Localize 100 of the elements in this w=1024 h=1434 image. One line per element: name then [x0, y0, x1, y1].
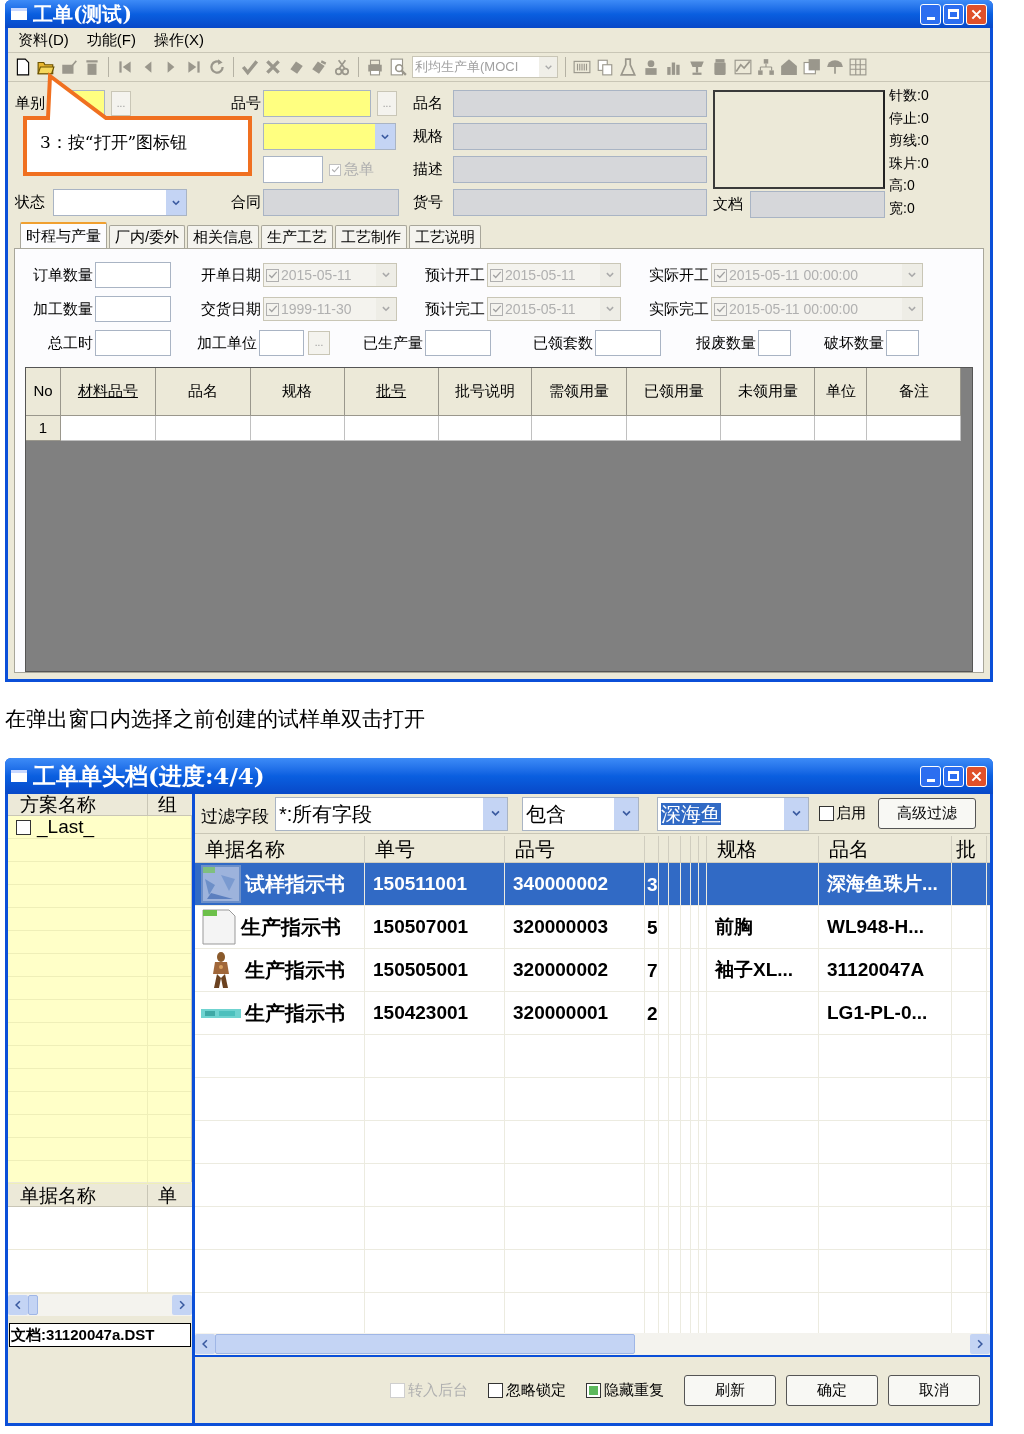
- column-header[interactable]: 已领用量: [627, 368, 722, 416]
- hierarchy-icon[interactable]: [757, 58, 775, 76]
- dialog-button[interactable]: 确定: [786, 1374, 878, 1406]
- tab[interactable]: 相关信息: [187, 225, 260, 248]
- operator-dropdown[interactable]: 包含: [522, 796, 639, 831]
- first-icon[interactable]: [116, 58, 134, 76]
- table-cell[interactable]: [250, 416, 345, 441]
- table-cell[interactable]: [867, 416, 961, 441]
- tab[interactable]: 工艺说明: [409, 225, 482, 248]
- text-field[interactable]: [263, 156, 323, 183]
- grid-icon[interactable]: [849, 58, 867, 76]
- input-field[interactable]: [425, 330, 491, 356]
- column-header[interactable]: 材料品号: [60, 368, 156, 416]
- column-header[interactable]: 品名: [155, 368, 251, 416]
- input-field[interactable]: [95, 262, 171, 288]
- table-cell[interactable]: [438, 416, 533, 441]
- checkbox[interactable]: [488, 1382, 503, 1398]
- scissors-icon[interactable]: [333, 58, 351, 76]
- input-field[interactable]: [259, 330, 304, 356]
- trash-icon[interactable]: [83, 58, 101, 76]
- check-icon[interactable]: [241, 58, 259, 76]
- copy-icon[interactable]: [596, 58, 614, 76]
- horizontal-scrollbar[interactable]: [195, 1333, 990, 1357]
- maximize-button[interactable]: [943, 3, 964, 25]
- column-header[interactable]: 品号: [505, 836, 645, 862]
- column-header[interactable]: 单据名称: [8, 1185, 148, 1206]
- table-cell[interactable]: [60, 416, 156, 441]
- minimize-button[interactable]: [920, 765, 941, 787]
- table-cell[interactable]: [721, 416, 816, 441]
- table-cell[interactable]: [627, 416, 722, 441]
- column-header[interactable]: 单位: [815, 368, 868, 416]
- edit-icon[interactable]: [60, 58, 78, 76]
- input-field[interactable]: [95, 330, 171, 356]
- dialog-button[interactable]: 取消: [888, 1374, 980, 1406]
- checkbox-label[interactable]: 启用: [836, 802, 866, 825]
- column-header[interactable]: 需领用量: [532, 368, 628, 416]
- column-header[interactable]: 单号: [365, 836, 505, 862]
- tab[interactable]: 时程与产量: [20, 222, 107, 248]
- column-header[interactable]: 单: [148, 1185, 177, 1206]
- line-chart-icon[interactable]: [734, 58, 752, 76]
- house-icon[interactable]: [780, 58, 798, 76]
- horizontal-scrollbar[interactable]: [8, 1294, 192, 1316]
- new-document-icon[interactable]: [14, 58, 32, 76]
- dialog-button[interactable]: 刷新: [684, 1374, 776, 1406]
- print-preview-icon[interactable]: [389, 58, 407, 76]
- checkbox[interactable]: [586, 1382, 601, 1398]
- checkbox-label[interactable]: 隐藏重复: [604, 1378, 664, 1402]
- tab[interactable]: 工艺制作: [335, 225, 408, 248]
- checkbox[interactable]: [819, 806, 834, 821]
- advanced-filter-button[interactable]: 高级过滤: [878, 798, 976, 829]
- column-header[interactable]: 备注: [867, 368, 961, 416]
- column-header[interactable]: 方案名称: [8, 794, 148, 815]
- column-header[interactable]: 规格: [707, 836, 819, 862]
- status-dropdown[interactable]: [53, 189, 187, 216]
- input-field[interactable]: [886, 330, 919, 356]
- field-dropdown[interactable]: *:所有字段: [275, 796, 508, 831]
- column-header[interactable]: 批号说明: [438, 368, 533, 416]
- table-cell[interactable]: [155, 416, 251, 441]
- column-header[interactable]: 批号: [344, 368, 439, 416]
- column-header[interactable]: 未领用量: [721, 368, 816, 416]
- column-header[interactable]: 品名: [819, 836, 952, 862]
- menu-item[interactable]: 功能(F): [86, 28, 136, 52]
- scroll-thumb[interactable]: [28, 1295, 38, 1315]
- tab[interactable]: 厂内/委外: [109, 225, 186, 248]
- checkbox[interactable]: [16, 819, 31, 835]
- table-cell[interactable]: [344, 416, 439, 441]
- barcode-icon[interactable]: [573, 58, 591, 76]
- input-field[interactable]: [95, 296, 171, 322]
- input-field[interactable]: [758, 330, 791, 356]
- table-row[interactable]: 试样指示书 150511001 340000002 3 深海鱼珠片...: [195, 863, 990, 906]
- column-header[interactable]: 组: [148, 794, 177, 815]
- close-button[interactable]: [966, 765, 987, 787]
- column-header[interactable]: 单据名称: [195, 836, 365, 862]
- menu-item[interactable]: 操作(X): [154, 28, 204, 52]
- jar-icon[interactable]: [711, 58, 729, 76]
- person-icon[interactable]: [642, 58, 660, 76]
- trophy-icon[interactable]: [688, 58, 706, 76]
- item-code-field[interactable]: [263, 90, 371, 117]
- table-row[interactable]: 生产指示书 150423001 320000001 2 LG1-PL-0...: [195, 992, 990, 1035]
- windows-icon[interactable]: [803, 58, 821, 76]
- flask-icon[interactable]: [619, 58, 637, 76]
- column-header[interactable]: No: [26, 368, 61, 416]
- scroll-thumb[interactable]: [215, 1334, 635, 1354]
- value-dropdown[interactable]: 深海鱼: [657, 796, 809, 831]
- refresh-icon[interactable]: [208, 58, 226, 76]
- checkbox-label[interactable]: 忽略锁定: [506, 1378, 566, 1402]
- close-button[interactable]: [966, 3, 987, 25]
- printer-icon[interactable]: [366, 58, 384, 76]
- table-row[interactable]: 生产指示书 150507001 320000003 5 前胸 WL948-H...: [195, 906, 990, 949]
- minimize-button[interactable]: [920, 3, 941, 25]
- column-header[interactable]: 规格: [250, 368, 345, 416]
- table-row[interactable]: 生产指示书 150505001 320000002 7 袖子XL... 31120047A: [195, 949, 990, 992]
- cross-icon[interactable]: [264, 58, 282, 76]
- menu-item[interactable]: 资料(D): [18, 28, 69, 52]
- maximize-button[interactable]: [943, 765, 964, 787]
- column-header[interactable]: 批: [952, 836, 987, 862]
- input-field[interactable]: [595, 330, 661, 356]
- contract-field[interactable]: [263, 189, 399, 216]
- table-cell[interactable]: [532, 416, 628, 441]
- umbrella-icon[interactable]: [826, 58, 844, 76]
